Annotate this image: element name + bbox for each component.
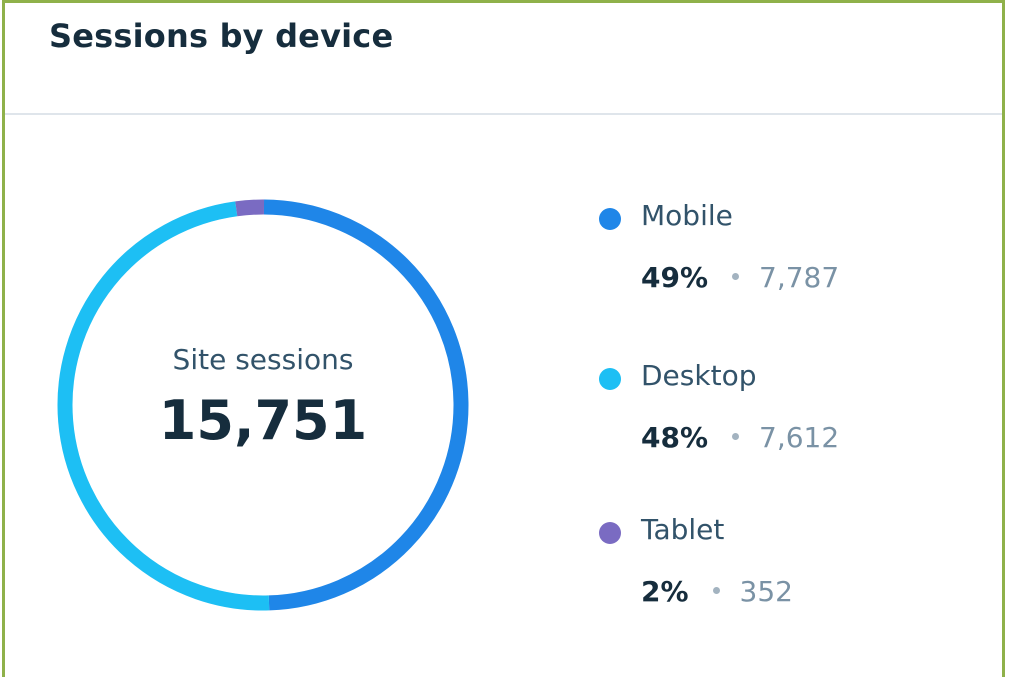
legend-percent: 49% <box>641 261 709 294</box>
legend-dot-mobile <box>599 208 621 230</box>
legend-label: Tablet <box>641 513 725 546</box>
center-value: 15,751 <box>158 389 368 452</box>
card-header: Sessions by device <box>5 3 1002 115</box>
center-label: Site sessions <box>172 343 354 376</box>
legend-percent: 48% <box>641 421 709 454</box>
card-title: Sessions by device <box>49 17 394 55</box>
legend-item-tablet[interactable]: Tablet 2% 352 <box>597 513 977 633</box>
donut-chart: Site sessions 15,751 <box>51 193 475 617</box>
legend-count: 7,612 <box>759 421 840 454</box>
sessions-by-device-card: Sessions by device Site sessions 15,751 … <box>2 0 1005 677</box>
separator-dot-icon <box>732 432 740 440</box>
separator-dot-icon <box>732 272 740 280</box>
legend-stats: 2% 352 <box>641 575 793 608</box>
legend-label: Desktop <box>641 359 757 392</box>
legend-count: 7,787 <box>759 261 840 294</box>
legend-percent: 2% <box>641 575 689 608</box>
legend-stats: 48% 7,612 <box>641 421 839 454</box>
legend-stats: 49% 7,787 <box>641 261 839 294</box>
legend-count: 352 <box>739 575 793 608</box>
legend-label: Mobile <box>641 199 733 232</box>
legend-dot-desktop <box>599 368 621 390</box>
legend-item-desktop[interactable]: Desktop 48% 7,612 <box>597 359 977 479</box>
separator-dot-icon <box>712 586 720 594</box>
donut-slice-tablet[interactable] <box>235 199 265 217</box>
legend-dot-tablet <box>599 522 621 544</box>
legend-item-mobile[interactable]: Mobile 49% 7,787 <box>597 199 977 319</box>
